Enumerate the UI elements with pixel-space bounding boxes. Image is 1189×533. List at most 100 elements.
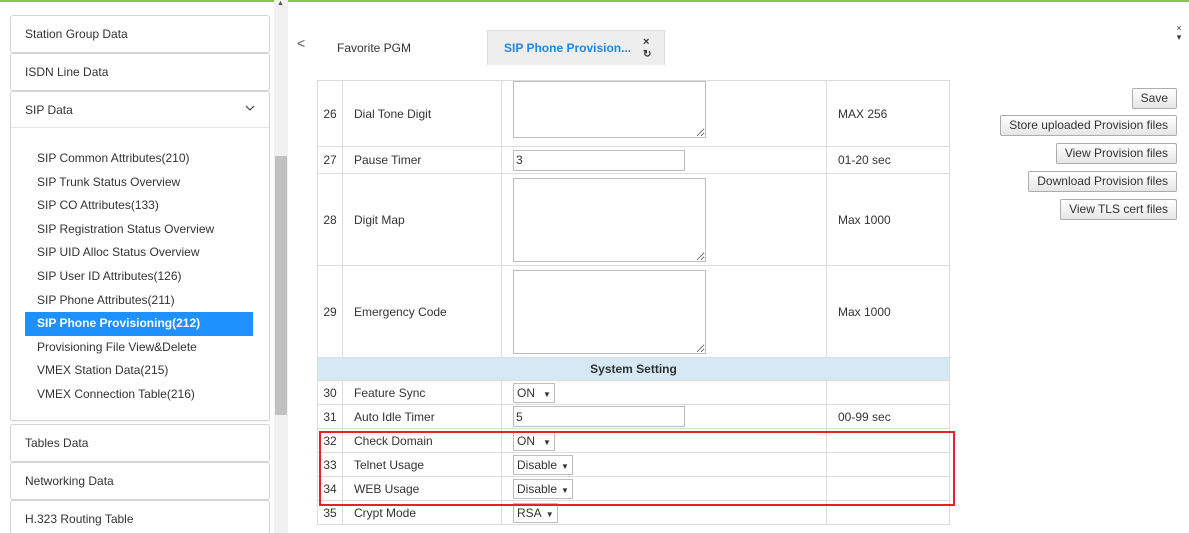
sidebar-item-vmex-station-data[interactable]: VMEX Station Data(215): [25, 359, 269, 383]
store-uploaded-provision-files-button[interactable]: Store uploaded Provision files: [1000, 115, 1177, 136]
sidebar-item-sip-co-attributes[interactable]: SIP CO Attributes(133): [25, 194, 269, 218]
sidebar-group-networking[interactable]: Networking Data: [10, 462, 270, 500]
row-value-cell: [501, 173, 827, 266]
view-provision-files-button[interactable]: View Provision files: [1055, 143, 1177, 164]
sidebar-item-sip-user-id-attributes[interactable]: SIP User ID Attributes(126): [25, 265, 269, 289]
sidebar-group-label[interactable]: Station Group Data: [11, 16, 269, 52]
table-row: 28 Digit Map Max 1000: [317, 173, 950, 266]
table-row: 31 Auto Idle Timer 00-99 sec: [317, 404, 950, 429]
row-value-cell: [501, 404, 827, 429]
emergency-code-textarea[interactable]: [513, 269, 706, 354]
sidebar-item-sip-phone-provisioning[interactable]: SIP Phone Provisioning(212): [25, 312, 253, 336]
download-provision-files-button[interactable]: Download Provision files: [1028, 171, 1177, 192]
feature-sync-select[interactable]: ON ▼: [513, 382, 555, 403]
row-label: Telnet Usage: [342, 452, 502, 477]
row-label: Pause Timer: [342, 146, 502, 174]
select-value: ON: [517, 433, 535, 448]
dropdown-arrow-icon: ▼: [561, 485, 569, 495]
row-label: Dial Tone Digit: [342, 80, 502, 147]
row-note: [826, 428, 950, 453]
sidebar-group-station-group[interactable]: Station Group Data: [10, 15, 270, 53]
row-label: Crypt Mode: [342, 500, 502, 525]
sidebar-scrollbar-thumb[interactable]: [275, 156, 287, 415]
tab-scroll-left-icon[interactable]: <: [297, 35, 305, 51]
pause-timer-input[interactable]: [513, 149, 685, 171]
chevron-down-icon[interactable]: [245, 92, 255, 128]
tab-bar: < Favorite PGM SIP Phone Provision... × …: [289, 24, 1189, 65]
view-tls-cert-files-button[interactable]: View TLS cert files: [1060, 199, 1177, 220]
table-row: 29 Emergency Code Max 1000: [317, 265, 950, 358]
sidebar-item-provisioning-file-view-delete[interactable]: Provisioning File View&Delete: [25, 336, 269, 360]
sidebar-group-header-sip[interactable]: SIP Data: [11, 92, 269, 128]
tab-sip-phone-provisioning[interactable]: SIP Phone Provision... × ↻: [487, 30, 665, 65]
section-header-row: System Setting: [317, 357, 950, 381]
row-label: WEB Usage: [342, 476, 502, 501]
row-number: 27: [317, 146, 343, 174]
row-note: [826, 380, 950, 405]
sidebar-group-label: SIP Data: [25, 103, 73, 117]
web-usage-select[interactable]: Disable ▼: [513, 478, 573, 499]
save-button[interactable]: Save: [1131, 88, 1177, 109]
row-note: [826, 476, 950, 501]
dial-tone-digit-textarea[interactable]: [513, 81, 706, 138]
sidebar-group-sip-data: SIP Data SIP Common Attributes(210) SIP …: [10, 91, 270, 421]
sidebar-group-label[interactable]: H.323 Routing Table: [11, 501, 269, 533]
sidebar: Station Group Data ISDN Line Data SIP Da…: [0, 0, 289, 533]
table-row: 30 Feature Sync ON ▼: [317, 380, 950, 405]
chevron-down-icon[interactable]: ▾: [1174, 33, 1184, 42]
row-number: 33: [317, 452, 343, 477]
row-value-cell: Disable ▼: [501, 476, 827, 501]
dropdown-arrow-icon: ▼: [545, 509, 554, 519]
check-domain-select[interactable]: ON ▼: [513, 430, 555, 451]
sidebar-item-vmex-connection-table[interactable]: VMEX Connection Table(216): [25, 383, 269, 407]
row-number: 31: [317, 404, 343, 429]
sidebar-item-sip-common-attributes[interactable]: SIP Common Attributes(210): [25, 147, 269, 171]
digit-map-textarea[interactable]: [513, 177, 706, 262]
sidebar-scrollbar[interactable]: ▲: [274, 0, 288, 533]
sidebar-group-tables[interactable]: Tables Data: [10, 424, 270, 462]
row-note: [826, 452, 950, 477]
provisioning-table: 26 Dial Tone Digit MAX 256 27 Pause Time…: [317, 80, 950, 525]
row-value-cell: ON ▼: [501, 428, 827, 453]
sidebar-item-sip-uid-alloc-status[interactable]: SIP UID Alloc Status Overview: [25, 241, 269, 265]
row-value-cell: Disable ▼: [501, 452, 827, 477]
close-icon[interactable]: ×: [643, 37, 649, 48]
auto-idle-timer-input[interactable]: [513, 406, 685, 427]
row-label: Auto Idle Timer: [342, 404, 502, 429]
row-note: Max 1000: [826, 173, 950, 266]
table-row: 26 Dial Tone Digit MAX 256: [317, 80, 950, 147]
telnet-usage-select[interactable]: Disable ▼: [513, 454, 573, 475]
table-row: 35 Crypt Mode RSA ▼: [317, 500, 950, 525]
tab-favorite-pgm[interactable]: Favorite PGM: [320, 30, 483, 65]
sidebar-group-h323[interactable]: H.323 Routing Table: [10, 500, 270, 533]
sidebar-group-label[interactable]: Tables Data: [11, 425, 269, 461]
refresh-icon[interactable]: ↻: [643, 50, 651, 60]
row-number: 35: [317, 500, 343, 525]
row-note: 01-20 sec: [826, 146, 950, 174]
sidebar-top-line: [0, 0, 289, 2]
dropdown-arrow-icon: ▼: [561, 461, 569, 471]
row-label: Check Domain: [342, 428, 502, 453]
table-row: 33 Telnet Usage Disable ▼: [317, 452, 950, 477]
section-title: System Setting: [317, 357, 950, 381]
row-number: 28: [317, 173, 343, 266]
scroll-up-arrow-icon[interactable]: ▲: [277, 0, 284, 7]
sidebar-group-label[interactable]: ISDN Line Data: [11, 54, 269, 90]
table-row: 27 Pause Timer 01-20 sec: [317, 146, 950, 174]
sidebar-item-sip-registration-status[interactable]: SIP Registration Status Overview: [25, 218, 269, 242]
window-controls: × ▾: [1174, 24, 1184, 42]
row-value-cell: [501, 146, 827, 174]
row-value-cell: [501, 80, 827, 147]
row-note: 00-99 sec: [826, 404, 950, 429]
row-note: [826, 500, 950, 525]
select-value: ON: [517, 385, 535, 400]
row-number: 34: [317, 476, 343, 501]
row-number: 32: [317, 428, 343, 453]
select-value: RSA: [517, 505, 542, 520]
sidebar-item-sip-trunk-status[interactable]: SIP Trunk Status Overview: [25, 171, 269, 195]
crypt-mode-select[interactable]: RSA ▼: [513, 502, 558, 523]
sidebar-item-sip-phone-attributes[interactable]: SIP Phone Attributes(211): [25, 289, 269, 313]
table-row: 34 WEB Usage Disable ▼: [317, 476, 950, 501]
sidebar-group-isdn-line[interactable]: ISDN Line Data: [10, 53, 270, 91]
sidebar-group-label[interactable]: Networking Data: [11, 463, 269, 499]
